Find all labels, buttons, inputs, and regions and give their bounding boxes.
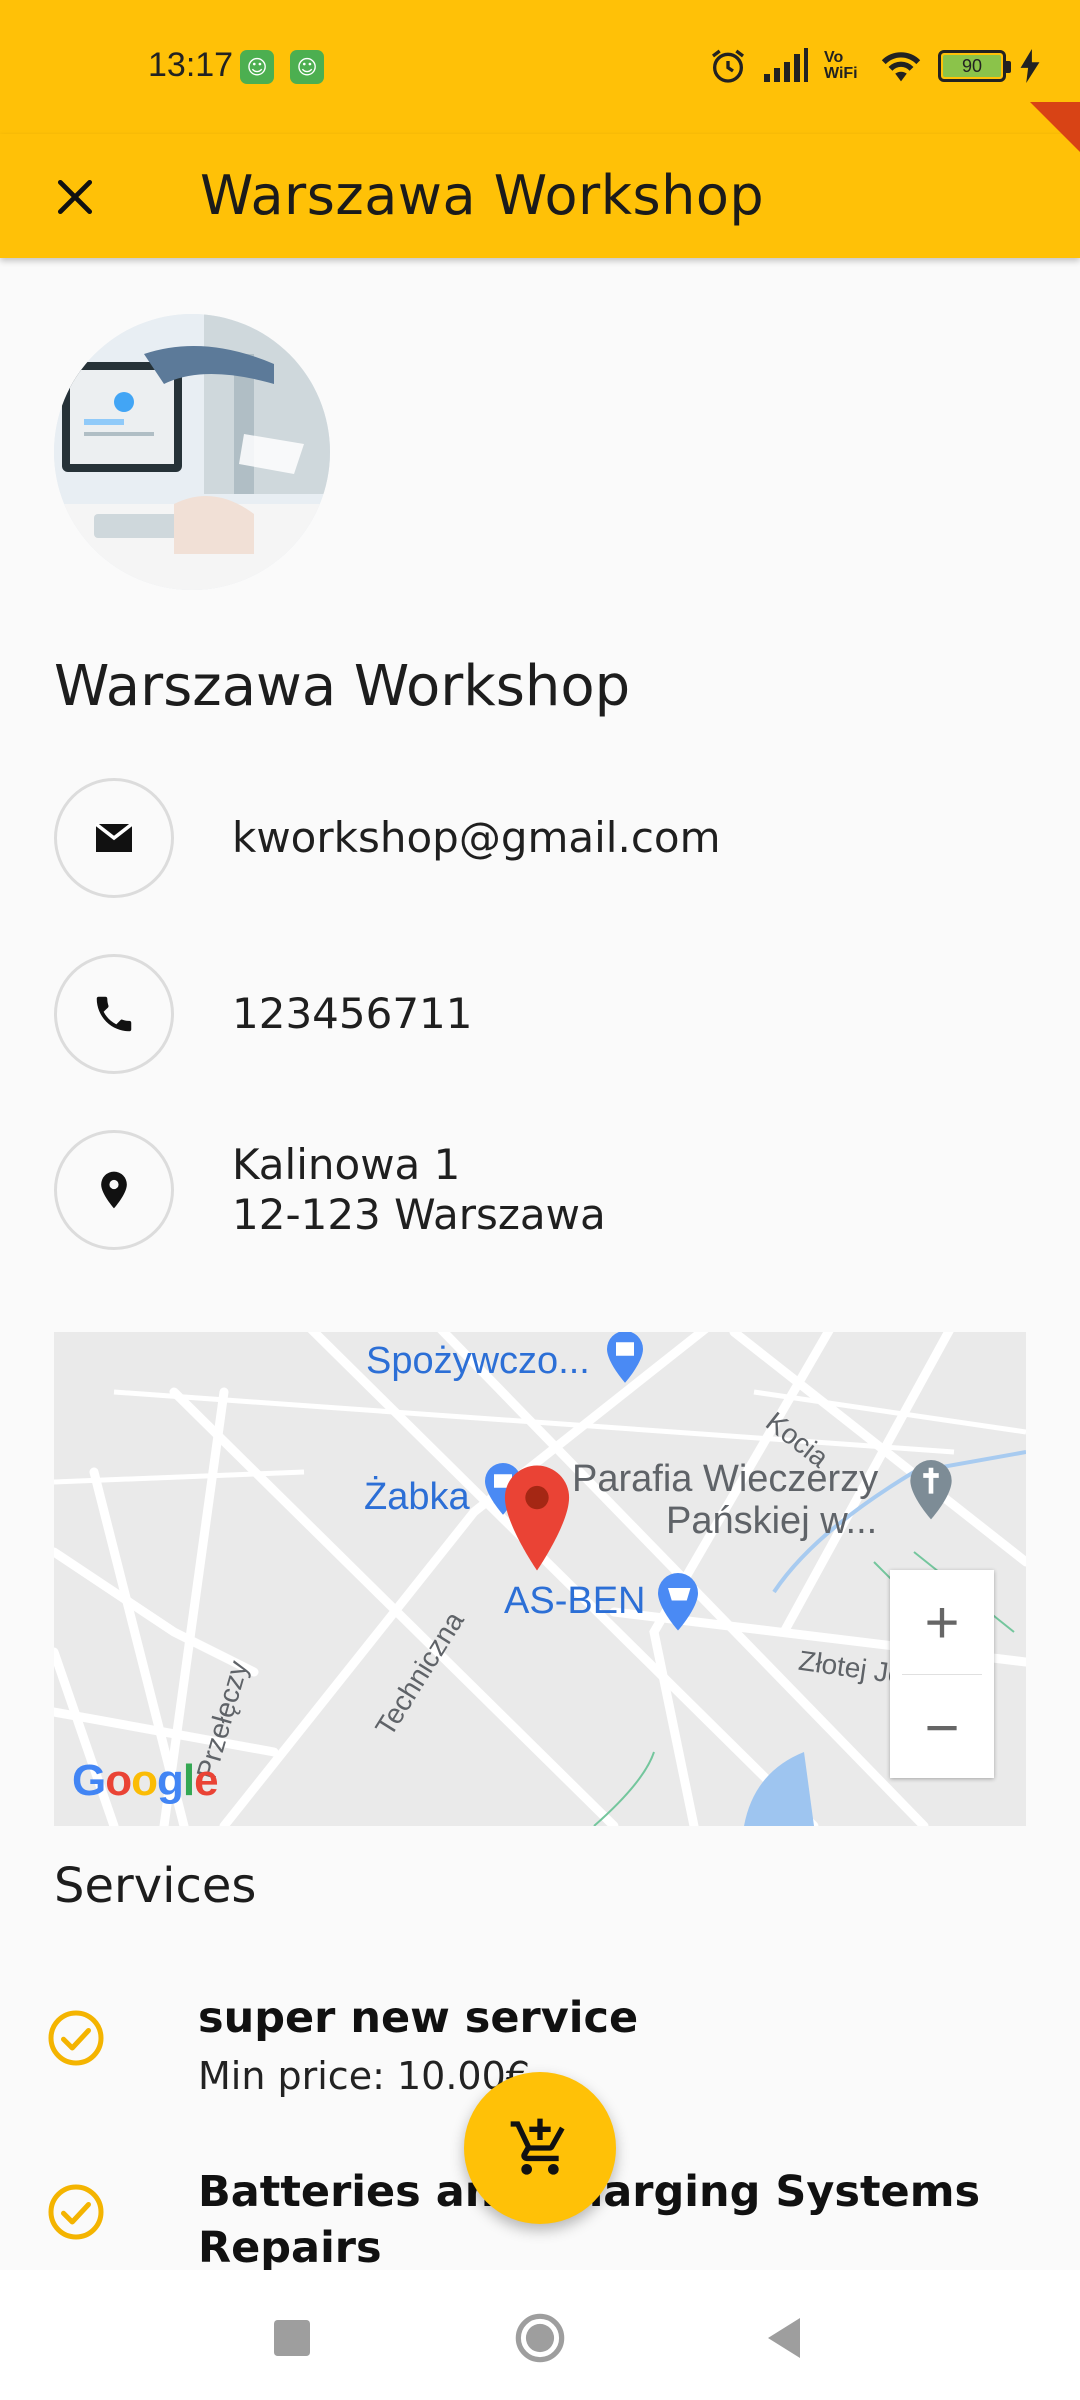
services-title: Services: [54, 1858, 257, 1914]
location-pin-icon: [101, 1171, 127, 1209]
phone-text: 123456711: [232, 989, 473, 1038]
system-nav-bar: [0, 2270, 1080, 2400]
map-zoom-controls: + −: [890, 1570, 994, 1778]
add-shopping-cart-icon: [510, 2118, 565, 2175]
close-button[interactable]: [40, 162, 110, 232]
vowifi-label: Vo WiFi: [824, 49, 858, 82]
alarm-icon: [712, 49, 744, 83]
address-row[interactable]: Kalinowa 1 12-123 Warszawa: [54, 1130, 1034, 1250]
map-label-zabka: Żabka: [364, 1476, 470, 1518]
map-label-asben: AS-BEN: [504, 1580, 646, 1622]
service-name: super new service: [198, 1993, 639, 2043]
app-bar: Warszawa Workshop: [0, 134, 1080, 258]
location-marker-icon: [504, 1465, 570, 1571]
home-icon: [515, 2313, 565, 2363]
email-row[interactable]: kworkshop@gmail.com: [54, 778, 1034, 898]
email-icon-circle: [54, 778, 174, 898]
phone-icon: [96, 996, 132, 1032]
status-bar: 13:17 ☺ ☺ Vo WiFi 90: [0, 0, 1080, 134]
workshop-avatar: [54, 314, 330, 590]
status-icons: Vo WiFi 90: [708, 44, 1040, 88]
zoom-in-button[interactable]: +: [890, 1570, 994, 1674]
check-circle-icon: [48, 2010, 104, 2066]
office-photo-image: [54, 314, 330, 590]
notification-app-icon: ☺: [240, 50, 274, 84]
address-line-2: 12-123 Warszawa: [232, 1190, 606, 1239]
back-button[interactable]: [752, 2306, 816, 2370]
debug-ribbon: [1030, 102, 1080, 152]
map-label-spozywczo: Spożywczo...: [366, 1340, 590, 1382]
address-text: Kalinowa 1 12-123 Warszawa: [232, 1140, 606, 1240]
battery-level: 90: [943, 55, 1001, 77]
shop-pin-icon: [607, 1332, 643, 1383]
signal-icon: [764, 48, 808, 82]
page-title: Warszawa Workshop: [200, 164, 765, 227]
close-icon: [57, 179, 93, 215]
notification-app-icon: ☺: [290, 50, 324, 84]
map-label-parafia-line1: Parafia Wieczerzy: [572, 1458, 879, 1500]
address-line-1: Kalinowa 1: [232, 1140, 461, 1189]
church-pin-icon: [910, 1460, 952, 1520]
phone-row[interactable]: 123456711: [54, 954, 1034, 1074]
google-logo: Google: [72, 1756, 219, 1805]
add-to-cart-button[interactable]: [464, 2072, 616, 2224]
service-name: Batteries and Charging Systems Repairs: [198, 2167, 981, 2273]
service-price: Min price: 10.00€: [198, 2054, 530, 2098]
location-icon-circle: [54, 1130, 174, 1250]
home-button[interactable]: [508, 2306, 572, 2370]
status-time: 13:17: [148, 46, 234, 84]
wifi-icon: [881, 52, 921, 82]
recents-button[interactable]: [260, 2306, 324, 2370]
battery-icon: 90: [938, 50, 1011, 82]
check-circle-icon: [48, 2184, 104, 2240]
charging-icon: [1020, 49, 1040, 83]
back-icon: [768, 2318, 800, 2358]
shopping-pin-icon: [658, 1573, 698, 1631]
workshop-name: Warszawa Workshop: [54, 654, 631, 719]
phone-icon-circle: [54, 954, 174, 1074]
map-label-parafia-line2: Pańskiej w...: [666, 1500, 878, 1542]
email-icon: [94, 822, 134, 852]
email-text: kworkshop@gmail.com: [232, 813, 721, 862]
zoom-out-button[interactable]: −: [890, 1675, 994, 1779]
location-map[interactable]: Spożywczo... Żabka Parafia Wieczerzy Pań…: [54, 1332, 1026, 1826]
recents-icon: [274, 2320, 310, 2356]
